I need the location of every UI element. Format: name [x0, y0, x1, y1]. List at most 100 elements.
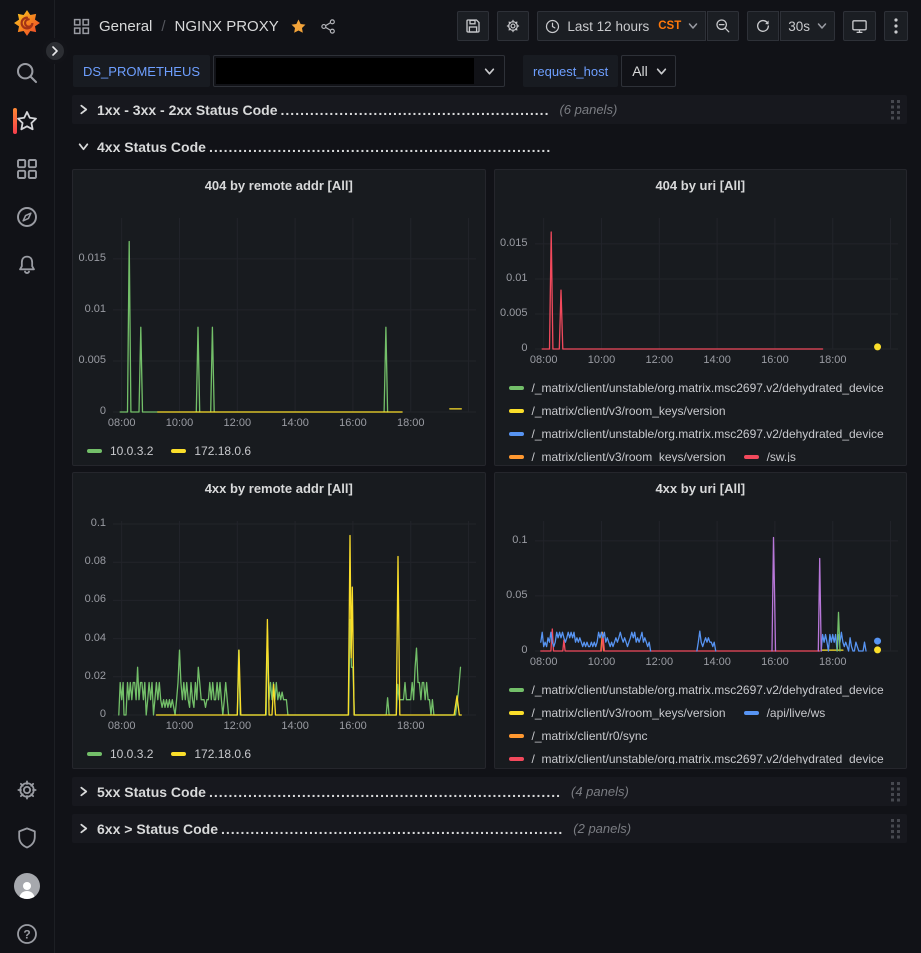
chart-canvas[interactable]: 08:0010:0012:0014:0016:0018:00 — [113, 218, 476, 431]
legend-item[interactable]: /_matrix/client/unstable/org.matrix.msc2… — [509, 752, 884, 765]
sidebar-item-dashboards[interactable] — [0, 145, 55, 193]
row-drag-handle[interactable] — [890, 781, 901, 802]
sidebar-item-favorites[interactable] — [0, 97, 55, 145]
legend-item[interactable]: 10.0.3.2 — [87, 747, 153, 761]
sidebar-item-help[interactable]: ? — [0, 910, 55, 953]
expand-sidebar-button[interactable] — [42, 38, 68, 64]
panel-title[interactable]: 404 by uri [All] — [495, 170, 907, 198]
svg-text:16:00: 16:00 — [761, 656, 789, 668]
row-title: 6xx > Status Code — [97, 821, 218, 837]
svg-text:14:00: 14:00 — [703, 354, 731, 366]
y-axis: 00.0050.010.015 — [495, 218, 535, 349]
zoom-out-button[interactable] — [707, 11, 739, 41]
y-tick-label: 0.01 — [85, 303, 106, 315]
y-tick-label: 0 — [521, 644, 527, 656]
panel-title[interactable]: 4xx by uri [All] — [495, 473, 907, 501]
chevron-down-icon — [78, 141, 89, 152]
svg-text:18:00: 18:00 — [818, 656, 846, 668]
dashboard-menu-button[interactable] — [884, 11, 908, 41]
panel-404-by-uri-all: 404 by uri [All] 00.0050.010.01508:0010:0… — [494, 169, 908, 466]
compass-icon — [15, 205, 39, 229]
svg-text:08:00: 08:00 — [108, 417, 136, 429]
row-6xx-status-code[interactable]: 6xx > Status Code ......................… — [72, 814, 907, 843]
sidebar-item-admin[interactable] — [0, 814, 55, 862]
legend-swatch — [509, 711, 524, 715]
legend-row: /_matrix/client/unstable/org.matrix.msc2… — [509, 747, 899, 764]
breadcrumb-section[interactable]: General — [99, 18, 152, 35]
row-panel-count: (4 panels) — [571, 784, 629, 799]
refresh-interval-picker[interactable]: 30s — [780, 11, 835, 41]
chart-canvas[interactable]: 08:0010:0012:0014:0016:0018:00 — [113, 521, 476, 734]
legend-label: 172.18.0.6 — [194, 747, 251, 761]
legend-item[interactable]: /_matrix/client/v3/room_keys/version — [509, 450, 726, 463]
cycle-view-mode-button[interactable] — [843, 11, 876, 41]
dashboard-gear-icon — [505, 18, 521, 34]
row-drag-handle[interactable] — [890, 99, 901, 120]
breadcrumb-title[interactable]: NGINX PROXY — [175, 18, 279, 35]
redacted-value — [216, 58, 474, 84]
save-icon — [465, 18, 481, 34]
refresh-button[interactable] — [747, 11, 779, 41]
plot-area: 00.050.108:0010:0012:0014:0016:0018:00 — [495, 521, 907, 670]
row-1xx-3xx-2xx-status-code[interactable]: 1xx - 3xx - 2xx Status Code ............… — [72, 95, 907, 124]
dashboard-settings-button[interactable] — [497, 11, 529, 41]
row-5xx-status-code[interactable]: 5xx Status Code ........................… — [72, 777, 907, 806]
chart-canvas[interactable]: 08:0010:0012:0014:0016:0018:00 — [535, 521, 898, 670]
save-dashboard-button[interactable] — [457, 11, 489, 41]
row-panel-count: (2 panels) — [573, 821, 631, 836]
svg-text:16:00: 16:00 — [339, 720, 367, 732]
legend: /_matrix/client/unstable/org.matrix.msc2… — [509, 678, 899, 764]
legend-item[interactable]: 172.18.0.6 — [171, 747, 251, 761]
legend-item[interactable]: 172.18.0.6 — [171, 444, 251, 458]
variable-ds-value-dropdown[interactable] — [213, 55, 505, 87]
chart-canvas[interactable]: 08:0010:0012:0014:0016:0018:00 — [535, 218, 898, 368]
legend-item[interactable]: /_matrix/client/v3/room_keys/version — [509, 404, 726, 418]
legend-item[interactable]: /sw.js — [744, 450, 796, 463]
legend-item[interactable]: /_matrix/client/unstable/org.matrix.msc2… — [509, 381, 884, 395]
grafana-logo-icon[interactable] — [13, 9, 41, 37]
time-range-picker[interactable]: Last 12 hours CST — [537, 11, 706, 41]
row-drag-handle[interactable] — [890, 818, 901, 839]
legend-label: 10.0.3.2 — [110, 747, 153, 761]
svg-text:12:00: 12:00 — [224, 720, 252, 732]
legend-row: /_matrix/client/r0/sync — [509, 724, 899, 747]
share-icon[interactable] — [320, 18, 337, 35]
svg-text:14:00: 14:00 — [281, 720, 309, 732]
legend-label: /_matrix/client/r0/sync — [532, 729, 648, 743]
svg-text:08:00: 08:00 — [108, 720, 136, 732]
legend-item[interactable]: /_matrix/client/unstable/org.matrix.msc2… — [509, 683, 884, 697]
favorite-star-icon[interactable] — [290, 18, 307, 35]
svg-text:08:00: 08:00 — [529, 354, 557, 366]
chart-wrap: 08:0010:0012:0014:0016:0018:00 — [535, 521, 898, 670]
breadcrumb-separator: / — [161, 18, 165, 35]
legend-label: /_matrix/client/v3/room_keys/version — [532, 706, 726, 720]
legend: 10.0.3.2 172.18.0.6 — [87, 439, 477, 462]
panel-title[interactable]: 4xx by remote addr [All] — [73, 473, 485, 501]
app-root: ? General / NGINX PROXY — [0, 0, 921, 953]
y-axis: 00.0050.010.015 — [73, 218, 113, 412]
sidebar-item-settings[interactable] — [0, 766, 55, 814]
svg-text:08:00: 08:00 — [529, 656, 557, 668]
sidebar-item-profile[interactable] — [0, 862, 55, 910]
plot-area: 00.0050.010.01508:0010:0012:0014:0016:00… — [495, 218, 907, 368]
legend: 10.0.3.2 172.18.0.6 — [87, 742, 477, 765]
svg-text:10:00: 10:00 — [166, 720, 194, 732]
breadcrumb: General / NGINX PROXY — [73, 18, 337, 35]
main-area: General / NGINX PROXY — [55, 0, 921, 953]
legend-item[interactable]: /_matrix/client/r0/sync — [509, 729, 648, 743]
chevron-down-icon — [656, 66, 667, 77]
clock-icon — [545, 19, 560, 34]
panel-title[interactable]: 404 by remote addr [All] — [73, 170, 485, 198]
legend-item[interactable]: 10.0.3.2 — [87, 444, 153, 458]
sidebar-item-explore[interactable] — [0, 193, 55, 241]
variable-host-value-dropdown[interactable]: All — [621, 55, 676, 87]
legend-item[interactable]: /_matrix/client/v3/room_keys/version — [509, 706, 726, 720]
legend-item[interactable]: /_matrix/client/unstable/org.matrix.msc2… — [509, 427, 884, 441]
legend-item[interactable]: /api/live/ws — [744, 706, 826, 720]
legend-row: /_matrix/client/v3/room_keys/version — [509, 399, 899, 422]
apps-grid-icon[interactable] — [73, 18, 90, 35]
sidebar-item-alerting[interactable] — [0, 241, 55, 289]
row-4xx-status-code[interactable]: 4xx Status Code ........................… — [72, 132, 907, 161]
legend-swatch — [744, 455, 759, 459]
help-question-icon: ? — [15, 922, 39, 946]
